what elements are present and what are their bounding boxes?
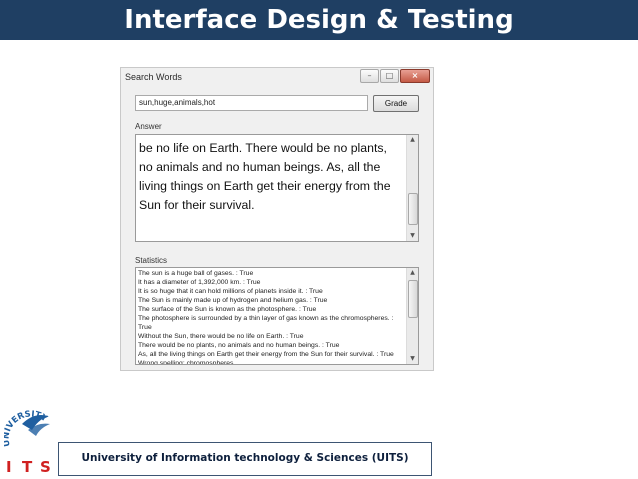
statistics-scroll-thumb[interactable] (408, 280, 418, 318)
footer-box: University of Information technology & S… (58, 442, 432, 476)
statistics-row: Without the Sun, there would be no life … (138, 333, 304, 340)
answer-scrollbar[interactable]: ▲ ▼ (406, 135, 418, 241)
answer-label: Answer (135, 122, 162, 131)
window-controls: – □ × (360, 69, 430, 83)
statistics-row: It has a diameter of 1,392,000 km. : Tru… (138, 279, 261, 286)
search-words-window: Search Words – □ × sun,huge,animals,hot … (120, 67, 434, 371)
title-bar: Interface Design & Testing (0, 0, 638, 40)
footer-text: University of Information technology & S… (81, 452, 409, 464)
statistics-row: The sun is a huge ball of gases. : True (138, 270, 254, 277)
answer-scroll-thumb[interactable] (408, 193, 418, 225)
close-button[interactable]: × (400, 69, 430, 83)
statistics-row: As, all the living things on Earth get t… (138, 351, 394, 358)
statistics-list: The sun is a huge ball of gases. : True I… (138, 269, 410, 365)
statistics-row: It is so huge that it can hold millions … (138, 288, 323, 295)
statistics-scrollbar[interactable]: ▲ ▼ (406, 268, 418, 364)
scroll-down-arrow-icon[interactable]: ▼ (407, 354, 418, 364)
scroll-up-arrow-icon[interactable]: ▲ (407, 268, 418, 278)
logo-letter: T (22, 458, 33, 476)
statistics-label: Statistics (135, 256, 168, 265)
scroll-up-arrow-icon[interactable]: ▲ (407, 135, 418, 145)
statistics-row: The Sun is mainly made up of hydrogen an… (138, 297, 328, 304)
slide-title: Interface Design & Testing (124, 5, 514, 35)
scroll-down-arrow-icon[interactable]: ▼ (407, 231, 418, 241)
statistics-row: Wrong spelling: chromospheres. (138, 360, 236, 365)
minimize-button[interactable]: – (360, 69, 379, 83)
statistics-row: The surface of the Sun is known as the p… (138, 306, 317, 313)
search-words-input[interactable]: sun,huge,animals,hot (135, 95, 368, 111)
logo-arc-text: UNIVERSITY (4, 410, 50, 447)
statistics-textarea[interactable]: The sun is a huge ball of gases. : True I… (135, 267, 419, 365)
logo-letter: I (6, 458, 12, 476)
answer-textarea[interactable]: be no life on Earth. There would be no p… (135, 134, 419, 242)
maximize-button[interactable]: □ (380, 69, 399, 83)
statistics-row: True (138, 324, 152, 331)
grade-button[interactable]: Grade (373, 95, 419, 112)
window-title: Search Words (125, 72, 182, 82)
statistics-row: The photosphere is surrounded by a thin … (138, 315, 394, 322)
logo-letter: S (40, 458, 51, 476)
statistics-row: There would be no plants, no animals and… (138, 342, 340, 349)
uits-logo: UNIVERSITY I T S (4, 410, 51, 476)
answer-text: be no life on Earth. There would be no p… (139, 141, 391, 212)
